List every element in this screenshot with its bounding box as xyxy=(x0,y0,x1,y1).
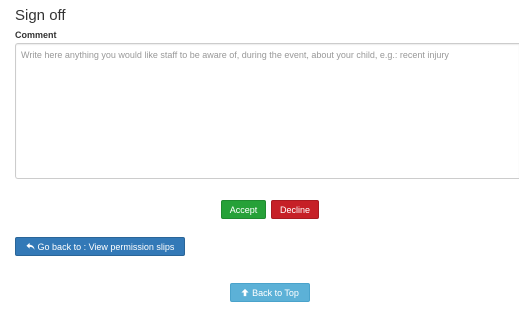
back-button-label: Go back to : View permission slips xyxy=(37,242,175,252)
comment-textarea[interactable] xyxy=(15,43,519,179)
back-to-top-button[interactable]: Back to Top xyxy=(230,283,310,302)
accept-button-label: Accept xyxy=(229,205,258,215)
sign-off-heading: Sign off xyxy=(15,7,66,24)
back-to-top-label: Back to Top xyxy=(252,288,299,298)
reply-icon xyxy=(25,238,35,251)
arrow-up-icon xyxy=(241,284,249,297)
accept-button[interactable]: Accept xyxy=(221,200,266,219)
decline-button[interactable]: Decline xyxy=(271,200,319,219)
comment-label: Comment xyxy=(15,30,57,40)
decline-button-label: Decline xyxy=(279,205,310,215)
back-to-permission-slips-button[interactable]: Go back to : View permission slips xyxy=(15,237,185,256)
